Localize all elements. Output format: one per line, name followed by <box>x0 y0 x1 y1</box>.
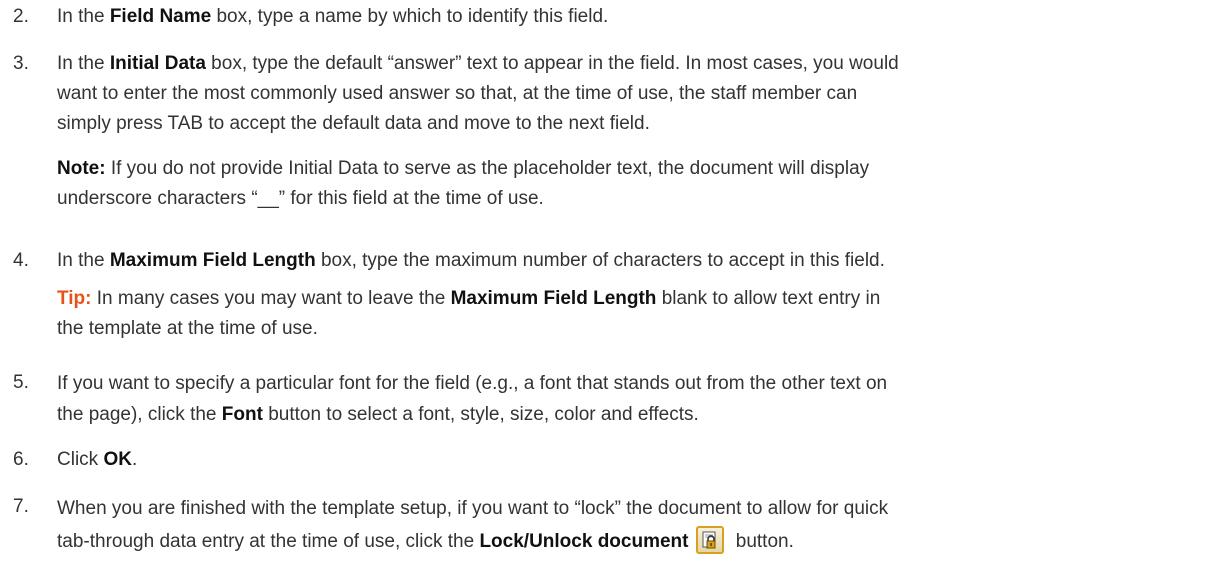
step-number: 3. <box>13 53 29 74</box>
lock-document-icon <box>696 526 725 554</box>
step-text: In the Maximum Field Length box, type th… <box>57 250 885 271</box>
step-text: tab-through data entry at the time of us… <box>57 525 1208 558</box>
step-text: In the Initial Data box, type the defaul… <box>57 53 899 74</box>
note: underscore characters “__” for this fiel… <box>57 188 544 209</box>
tip-label: Tip: <box>57 288 92 309</box>
step-text: When you are finished with the template … <box>57 498 889 519</box>
step-number: 7. <box>13 496 29 517</box>
step-text: Click OK. <box>57 449 138 470</box>
tip: Tip: In many cases you may want to leave… <box>57 288 881 309</box>
note: Note: If you do not provide Initial Data… <box>57 158 870 179</box>
step-text: simply press TAB to accept the default d… <box>57 113 650 134</box>
note-label: Note: <box>57 158 106 179</box>
step-text: In the Field Name box, type a name by wh… <box>57 6 609 27</box>
step-text: If you want to specify a particular font… <box>57 373 888 394</box>
step-number: 6. <box>13 449 29 470</box>
tip: the template at the time of use. <box>57 318 318 339</box>
step-number: 5. <box>13 372 29 393</box>
document-page: 2. In the Field Name box, type a name by… <box>0 0 1215 587</box>
step-number: 2. <box>13 6 29 27</box>
step-number: 4. <box>13 250 29 271</box>
step-text: the page), click the Font button to sele… <box>57 404 699 425</box>
step-text: want to enter the most commonly used ans… <box>57 83 858 104</box>
